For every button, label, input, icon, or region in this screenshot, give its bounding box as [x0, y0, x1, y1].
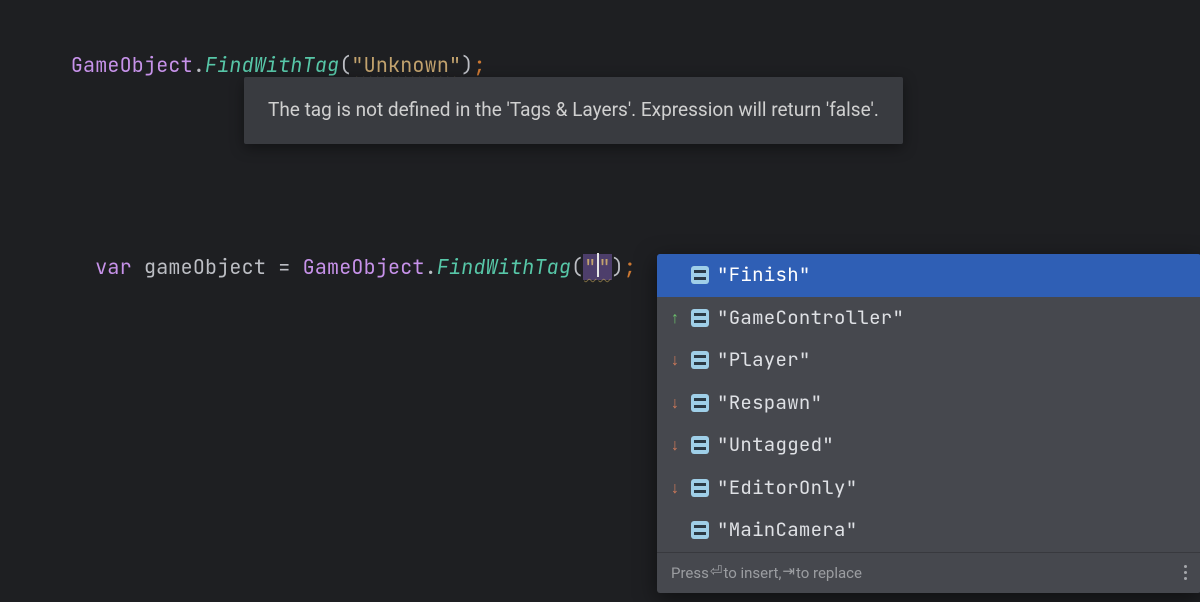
paren-close: )	[461, 52, 473, 78]
completion-footer: Press ⏎ to insert, ⇥ to replace	[657, 552, 1200, 594]
paren-close: )	[612, 254, 624, 280]
space	[266, 254, 278, 280]
string-arg-unknown[interactable]: "Unknown"	[351, 52, 461, 78]
method-name: FindWithTag	[205, 52, 339, 78]
completion-label: "Untagged"	[717, 431, 834, 460]
quote-close: "	[597, 254, 611, 280]
quote-open: "	[583, 254, 597, 280]
semicolon: ;	[473, 52, 485, 78]
enter-key-icon: ⏎	[710, 562, 723, 585]
hint-text: to insert,	[723, 562, 781, 585]
constant-icon	[691, 394, 709, 412]
rank-down-icon: ↓	[667, 352, 683, 368]
var-keyword: var	[95, 254, 132, 280]
completion-item-untagged[interactable]: ↓ "Untagged"	[657, 424, 1200, 467]
class-name: GameObject	[303, 254, 425, 280]
space	[132, 254, 144, 280]
tooltip-text: The tag is not defined in the 'Tags & La…	[268, 98, 879, 121]
completion-item-respawn[interactable]: ↓ "Respawn"	[657, 382, 1200, 425]
text-caret	[597, 253, 599, 277]
rank-arrow-none	[667, 267, 683, 283]
rank-down-icon: ↓	[667, 395, 683, 411]
completion-label: "MainCamera"	[717, 516, 857, 545]
completion-label: "EditorOnly"	[717, 474, 857, 503]
rank-up-icon: ↑	[667, 310, 683, 326]
caret-position[interactable]: ""	[583, 252, 611, 282]
completion-label: "Finish"	[717, 261, 811, 290]
completion-label: "GameController"	[717, 304, 904, 333]
tab-key-icon: ⇥	[782, 562, 795, 585]
hint-text: to replace	[796, 562, 862, 585]
inspection-tooltip: The tag is not defined in the 'Tags & La…	[244, 77, 903, 144]
rank-arrow-none	[667, 522, 683, 538]
variable-name: gameObject	[144, 254, 266, 280]
completion-item-finish[interactable]: "Finish"	[657, 254, 1200, 297]
constant-icon	[691, 436, 709, 454]
rank-down-icon: ↓	[667, 480, 683, 496]
method-name: FindWithTag	[437, 254, 571, 280]
completion-item-editoronly[interactable]: ↓ "EditorOnly"	[657, 467, 1200, 510]
completion-item-maincamera[interactable]: "MainCamera"	[657, 509, 1200, 552]
code-editor[interactable]: GameObject.FindWithTag("Unknown"); The t…	[0, 0, 1200, 332]
space	[290, 254, 302, 280]
more-options-icon[interactable]	[1182, 563, 1189, 582]
dot: .	[425, 254, 437, 280]
constant-icon	[691, 309, 709, 327]
rank-down-icon: ↓	[667, 437, 683, 453]
hint-text: Press	[671, 562, 709, 585]
constant-icon	[691, 266, 709, 284]
equals: =	[278, 254, 290, 280]
dot: .	[193, 52, 205, 78]
completion-label: "Player"	[717, 346, 811, 375]
constant-icon	[691, 479, 709, 497]
completion-popup[interactable]: "Finish" ↑ "GameController" ↓ "Player" ↓…	[657, 254, 1200, 593]
completion-label: "Respawn"	[717, 389, 822, 418]
class-name: GameObject	[71, 52, 193, 78]
completion-list[interactable]: "Finish" ↑ "GameController" ↓ "Player" ↓…	[657, 254, 1200, 552]
completion-hint: Press ⏎ to insert, ⇥ to replace	[671, 562, 862, 585]
constant-icon	[691, 521, 709, 539]
paren-open: (	[571, 254, 583, 280]
constant-icon	[691, 351, 709, 369]
semicolon: ;	[624, 254, 636, 280]
completion-item-gamecontroller[interactable]: ↑ "GameController"	[657, 297, 1200, 340]
completion-item-player[interactable]: ↓ "Player"	[657, 339, 1200, 382]
paren-open: (	[339, 52, 351, 78]
